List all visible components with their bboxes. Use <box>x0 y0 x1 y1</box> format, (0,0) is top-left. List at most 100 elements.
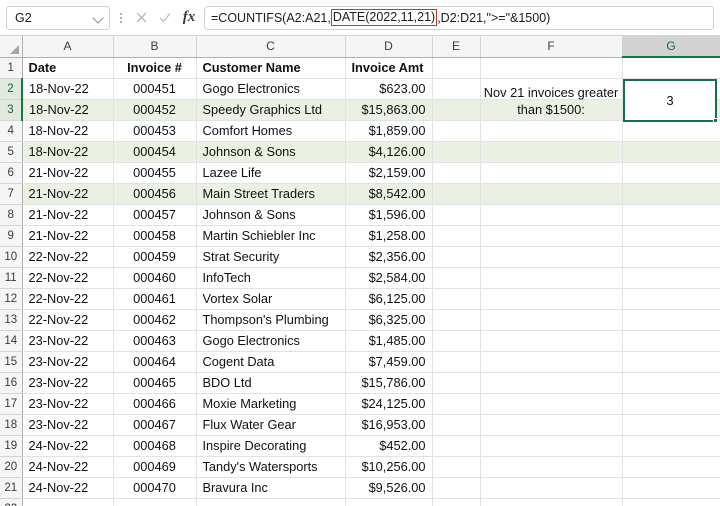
cell-e4[interactable] <box>432 120 480 141</box>
cell-d12[interactable]: $6,125.00 <box>345 288 432 309</box>
cell-a16[interactable]: 23-Nov-22 <box>22 372 113 393</box>
cell-d8[interactable]: $1,596.00 <box>345 204 432 225</box>
cell-c12[interactable]: Vortex Solar <box>196 288 345 309</box>
row-header-11[interactable]: 11 <box>0 267 22 288</box>
enter-check-icon[interactable] <box>154 6 176 30</box>
cell-g15[interactable] <box>622 351 720 372</box>
cell-b7[interactable]: 000456 <box>113 183 196 204</box>
cell-c6[interactable]: Lazee Life <box>196 162 345 183</box>
cell-g12[interactable] <box>622 288 720 309</box>
cell-c13[interactable]: Thompson's Plumbing <box>196 309 345 330</box>
row-header-10[interactable]: 10 <box>0 246 22 267</box>
cell-a2[interactable]: 18-Nov-22 <box>22 78 113 99</box>
cell-e21[interactable] <box>432 477 480 498</box>
cell-e13[interactable] <box>432 309 480 330</box>
cell-b22[interactable] <box>113 498 196 506</box>
cell-e10[interactable] <box>432 246 480 267</box>
cell-f6[interactable] <box>480 162 622 183</box>
cell-c4[interactable]: Comfort Homes <box>196 120 345 141</box>
cell-f12[interactable] <box>480 288 622 309</box>
cell-b6[interactable]: 000455 <box>113 162 196 183</box>
column-header-c[interactable]: C <box>196 36 345 57</box>
annotation-label[interactable]: Nov 21 invoices greater than $1500: <box>480 79 622 122</box>
cell-e7[interactable] <box>432 183 480 204</box>
cell-c19[interactable]: Inspire Decorating <box>196 435 345 456</box>
cell-b17[interactable]: 000466 <box>113 393 196 414</box>
cell-d10[interactable]: $2,356.00 <box>345 246 432 267</box>
row-header-12[interactable]: 12 <box>0 288 22 309</box>
cell-a1[interactable]: Date <box>22 57 113 78</box>
cell-a9[interactable]: 21-Nov-22 <box>22 225 113 246</box>
cell-f10[interactable] <box>480 246 622 267</box>
cell-a4[interactable]: 18-Nov-22 <box>22 120 113 141</box>
cell-g21[interactable] <box>622 477 720 498</box>
row-header-1[interactable]: 1 <box>0 57 22 78</box>
cancel-x-icon[interactable] <box>130 6 152 30</box>
cell-e17[interactable] <box>432 393 480 414</box>
cell-f9[interactable] <box>480 225 622 246</box>
cell-b21[interactable]: 000470 <box>113 477 196 498</box>
cell-c5[interactable]: Johnson & Sons <box>196 141 345 162</box>
cell-e11[interactable] <box>432 267 480 288</box>
cell-g16[interactable] <box>622 372 720 393</box>
cell-f1[interactable] <box>480 57 622 78</box>
cell-b9[interactable]: 000458 <box>113 225 196 246</box>
cell-f16[interactable] <box>480 372 622 393</box>
cell-d18[interactable]: $16,953.00 <box>345 414 432 435</box>
cell-d2[interactable]: $623.00 <box>345 78 432 99</box>
cell-g17[interactable] <box>622 393 720 414</box>
cell-f14[interactable] <box>480 330 622 351</box>
chevron-down-icon[interactable] <box>93 12 105 24</box>
cell-f22[interactable] <box>480 498 622 506</box>
cell-a11[interactable]: 22-Nov-22 <box>22 267 113 288</box>
cell-b18[interactable]: 000467 <box>113 414 196 435</box>
cell-a7[interactable]: 21-Nov-22 <box>22 183 113 204</box>
row-header-17[interactable]: 17 <box>0 393 22 414</box>
cell-f19[interactable] <box>480 435 622 456</box>
cell-g6[interactable] <box>622 162 720 183</box>
cell-e8[interactable] <box>432 204 480 225</box>
cell-d17[interactable]: $24,125.00 <box>345 393 432 414</box>
cell-c8[interactable]: Johnson & Sons <box>196 204 345 225</box>
cell-d16[interactable]: $15,786.00 <box>345 372 432 393</box>
cell-b5[interactable]: 000454 <box>113 141 196 162</box>
cell-b16[interactable]: 000465 <box>113 372 196 393</box>
cell-a22[interactable] <box>22 498 113 506</box>
cell-f5[interactable] <box>480 141 622 162</box>
cell-e6[interactable] <box>432 162 480 183</box>
cell-b12[interactable]: 000461 <box>113 288 196 309</box>
cell-c7[interactable]: Main Street Traders <box>196 183 345 204</box>
row-header-4[interactable]: 4 <box>0 120 22 141</box>
row-header-6[interactable]: 6 <box>0 162 22 183</box>
cell-f4[interactable] <box>480 120 622 141</box>
cell-d21[interactable]: $9,526.00 <box>345 477 432 498</box>
cell-e18[interactable] <box>432 414 480 435</box>
cell-f20[interactable] <box>480 456 622 477</box>
cell-c1[interactable]: Customer Name <box>196 57 345 78</box>
row-header-7[interactable]: 7 <box>0 183 22 204</box>
fx-insert-function-icon[interactable]: fx <box>178 6 200 30</box>
name-box[interactable]: G2 <box>6 6 110 30</box>
cell-e16[interactable] <box>432 372 480 393</box>
cell-e5[interactable] <box>432 141 480 162</box>
cell-a18[interactable]: 23-Nov-22 <box>22 414 113 435</box>
row-header-13[interactable]: 13 <box>0 309 22 330</box>
row-header-16[interactable]: 16 <box>0 372 22 393</box>
cell-a21[interactable]: 24-Nov-22 <box>22 477 113 498</box>
row-header-20[interactable]: 20 <box>0 456 22 477</box>
cell-a8[interactable]: 21-Nov-22 <box>22 204 113 225</box>
cell-c3[interactable]: Speedy Graphics Ltd <box>196 99 345 120</box>
column-header-g[interactable]: G <box>622 36 720 57</box>
cell-d9[interactable]: $1,258.00 <box>345 225 432 246</box>
cell-g19[interactable] <box>622 435 720 456</box>
cell-g13[interactable] <box>622 309 720 330</box>
cell-c16[interactable]: BDO Ltd <box>196 372 345 393</box>
cell-e12[interactable] <box>432 288 480 309</box>
fill-handle[interactable] <box>713 118 718 123</box>
row-header-18[interactable]: 18 <box>0 414 22 435</box>
cell-c2[interactable]: Gogo Electronics <box>196 78 345 99</box>
cell-f13[interactable] <box>480 309 622 330</box>
cell-d22[interactable] <box>345 498 432 506</box>
cell-f11[interactable] <box>480 267 622 288</box>
row-header-5[interactable]: 5 <box>0 141 22 162</box>
